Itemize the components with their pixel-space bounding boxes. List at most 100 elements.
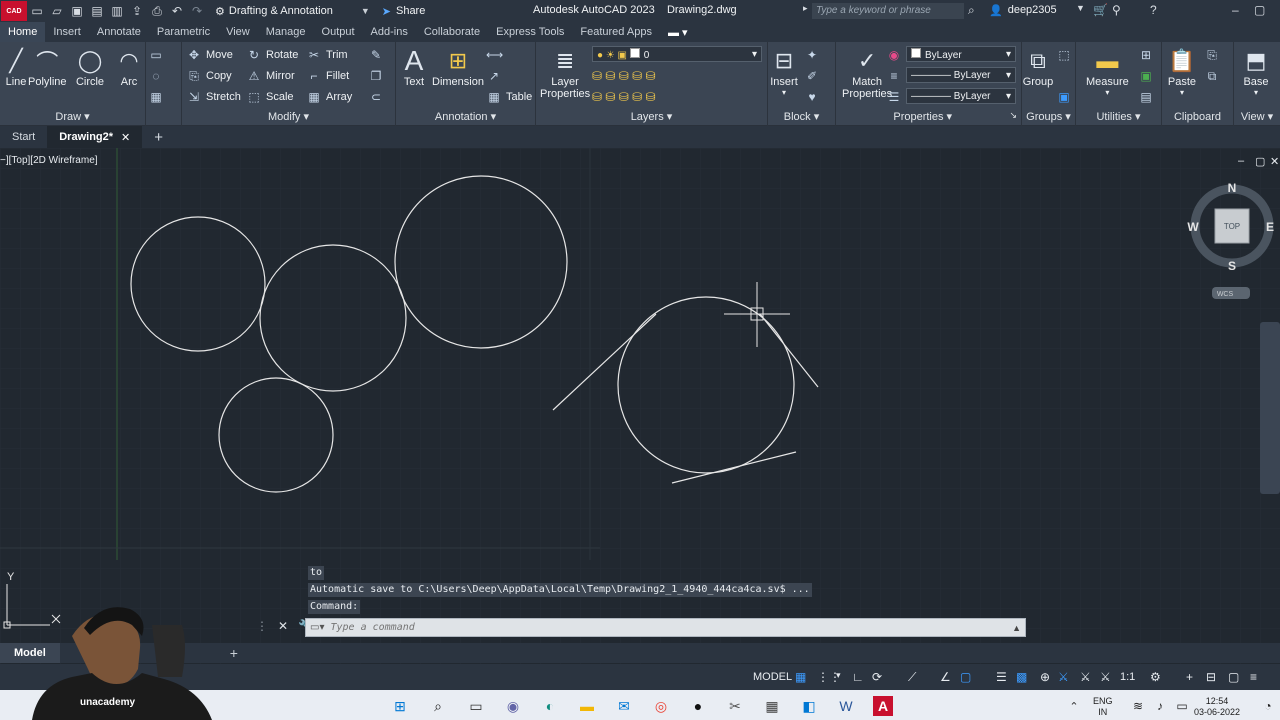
cart-icon[interactable]: 🛒 xyxy=(1093,3,1108,17)
app-icon-2[interactable]: ◧ xyxy=(799,696,819,716)
share-button[interactable]: ➤ Share xyxy=(382,5,426,18)
explode-icon[interactable]: ❐ xyxy=(368,67,384,85)
language-indicator[interactable]: ENG IN xyxy=(1093,696,1113,718)
lineweight-icon[interactable]: ☰ xyxy=(886,88,902,106)
ungroup-icon[interactable]: ⬚ xyxy=(1056,46,1072,64)
viewport-minimize-icon[interactable]: – xyxy=(1238,155,1244,167)
plus-icon[interactable]: + xyxy=(1186,670,1193,684)
mail-icon[interactable]: ✉ xyxy=(614,696,634,716)
search-icon[interactable]: ⌕ xyxy=(968,3,975,18)
layer-tools-row-1[interactable]: ⛁ ⛁ ⛁ ⛁ ⛁ xyxy=(592,67,656,85)
wifi-icon[interactable]: ≋ xyxy=(1128,696,1148,716)
app-icon[interactable]: ▦ xyxy=(762,696,782,716)
leader-icon[interactable]: ↗ xyxy=(486,67,502,85)
groups-panel-title[interactable]: Groups ▾ xyxy=(1022,110,1075,123)
command-history-toggle-icon[interactable]: ▲ xyxy=(1012,623,1021,633)
battery-icon[interactable]: ▭ xyxy=(1172,696,1192,716)
workspace-switcher[interactable]: ⚙ Drafting & Annotation ▼ xyxy=(215,5,370,18)
navigation-bar[interactable] xyxy=(1260,322,1280,494)
web-mobile-icon[interactable]: ▥ xyxy=(109,4,125,18)
autocad-taskbar-icon[interactable]: A xyxy=(873,696,893,716)
paste-tool[interactable]: 📋 Paste ▾ xyxy=(1166,46,1198,97)
lineweight-dropdown[interactable]: ———— ByLayer ▾ xyxy=(906,88,1016,104)
auto-scale-icon[interactable]: ⚔ xyxy=(1080,670,1091,684)
stretch-button[interactable]: ⇲ Stretch xyxy=(186,88,241,106)
create-block-icon[interactable]: ✦ xyxy=(804,46,820,64)
layers-panel-title[interactable]: Layers ▾ xyxy=(536,110,767,123)
isolate-objects-icon[interactable]: ▢ xyxy=(1228,670,1239,684)
redo-icon[interactable]: ↷ xyxy=(189,4,205,18)
snipping-tool-icon[interactable]: ✂ xyxy=(725,696,745,716)
chevron-up-icon[interactable]: ⌃ xyxy=(1064,696,1084,716)
block-panel-title[interactable]: Block ▾ xyxy=(768,110,835,123)
compass-s[interactable]: S xyxy=(1228,259,1236,273)
close-icon[interactable]: ✕ xyxy=(121,131,130,144)
rectangle-icon[interactable]: ▭ xyxy=(148,46,164,64)
table-button[interactable]: ▦ Table xyxy=(486,88,532,106)
compass-e[interactable]: E xyxy=(1266,220,1274,234)
save-icon[interactable]: ▣ xyxy=(69,4,85,18)
open-folder-icon[interactable]: ▱ xyxy=(49,4,65,18)
model-space-button[interactable]: MODEL xyxy=(753,671,792,683)
text-tool[interactable]: A Text xyxy=(398,45,430,88)
annotation-monitor-icon[interactable]: ⚔ xyxy=(1100,670,1111,684)
draw-panel-title[interactable]: Draw ▾ xyxy=(0,110,145,123)
layer-dropdown[interactable]: ● ☀ ▣ 0 ▾ xyxy=(592,46,762,62)
tab-output[interactable]: Output xyxy=(314,22,363,42)
user-chevron-icon[interactable]: ▼ xyxy=(1076,3,1085,13)
arc-tool[interactable]: ◠ Arc xyxy=(113,46,145,88)
clipboard-panel-title[interactable]: Clipboard xyxy=(1162,111,1233,123)
scale-button[interactable]: ⬚ Scale xyxy=(246,88,293,106)
polar-tracking-icon[interactable]: ⟳ xyxy=(872,670,882,684)
base-tool[interactable]: ⬒ Base ▾ xyxy=(1240,46,1272,97)
export-icon[interactable]: ⇪ xyxy=(129,4,145,18)
linetype-icon[interactable]: ≡ xyxy=(886,67,902,85)
plot-icon[interactable]: ⎙ xyxy=(149,4,165,18)
minimize-icon[interactable]: – xyxy=(1232,3,1239,17)
windows-start-icon[interactable]: ⊞ xyxy=(390,696,410,716)
tab-insert[interactable]: Insert xyxy=(45,22,89,42)
save-as-icon[interactable]: ▤ xyxy=(89,4,105,18)
attribute-icon[interactable]: ♥ xyxy=(804,88,820,106)
ribbon-toggle-icon[interactable]: ▬ ▾ xyxy=(660,22,696,42)
tab-view[interactable]: View xyxy=(218,22,258,42)
compass-n[interactable]: N xyxy=(1228,181,1237,195)
select-all-icon[interactable]: ▣ xyxy=(1138,67,1154,85)
copy-clip-icon[interactable]: ⎘ xyxy=(1204,46,1220,64)
viewport-restore-icon[interactable]: ▢ xyxy=(1255,155,1265,168)
circle-tool[interactable]: ◯ Circle xyxy=(74,46,106,88)
new-tab-button[interactable]: + xyxy=(142,126,175,148)
tab-annotate[interactable]: Annotate xyxy=(89,22,149,42)
viewcube-top-face[interactable]: TOP xyxy=(1224,222,1240,231)
help-icon[interactable]: ? xyxy=(1150,3,1157,17)
layer-properties-tool[interactable]: ≣ Layer Properties xyxy=(540,46,590,100)
chrome-icon[interactable]: ◎ xyxy=(651,696,671,716)
volume-icon[interactable]: ♪ xyxy=(1150,696,1170,716)
properties-panel-title[interactable]: Properties ▾ ↘ xyxy=(836,110,1021,123)
object-snap-icon[interactable]: ▢ xyxy=(960,670,971,684)
add-layout-icon[interactable]: + xyxy=(230,645,238,661)
color-wheel-icon[interactable]: ◉ xyxy=(886,46,902,64)
tab-start[interactable]: Start xyxy=(0,126,47,148)
new-file-icon[interactable]: ▭ xyxy=(29,4,45,18)
notification-icon[interactable]: ◔ xyxy=(1258,696,1278,716)
edit-block-icon[interactable]: ✐ xyxy=(804,67,820,85)
match-properties-tool[interactable]: ✓ Match Properties xyxy=(842,46,892,100)
tab-featured-apps[interactable]: Featured Apps xyxy=(572,22,660,42)
offset-icon[interactable]: ⊂ xyxy=(368,88,384,106)
cut-icon[interactable]: ⧉ xyxy=(1204,67,1220,85)
rotate-button[interactable]: ↻ Rotate xyxy=(246,46,298,64)
utilities-panel-title[interactable]: Utilities ▾ xyxy=(1076,110,1161,123)
wcs-label[interactable]: WCS xyxy=(1217,291,1234,298)
lineweight-display-icon[interactable]: ☰ xyxy=(996,670,1007,684)
calculator-icon[interactable]: ▤ xyxy=(1138,88,1154,106)
expand-arrow-icon[interactable]: ▸ xyxy=(803,3,808,14)
tab-parametric[interactable]: Parametric xyxy=(149,22,218,42)
user-account[interactable]: 👤 deep2305 xyxy=(989,4,1057,17)
word-icon[interactable]: W xyxy=(836,696,856,716)
erase-icon[interactable]: ✎ xyxy=(368,46,384,64)
tab-collaborate[interactable]: Collaborate xyxy=(416,22,488,42)
edge-browser-icon[interactable]: ◐ xyxy=(540,696,560,716)
linetype-dropdown[interactable]: ———— ByLayer ▾ xyxy=(906,67,1016,83)
tab-home[interactable]: Home xyxy=(0,22,46,42)
